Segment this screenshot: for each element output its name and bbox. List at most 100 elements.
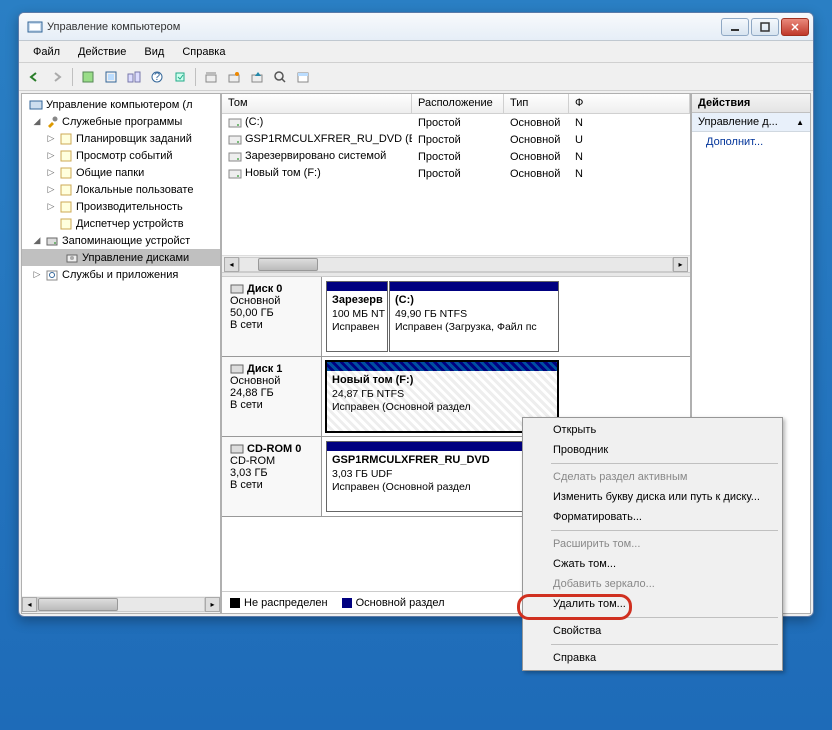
scroll-thumb[interactable] <box>258 258 318 271</box>
tree-root[interactable]: Управление компьютером (л <box>22 96 220 113</box>
tree-label: Общие папки <box>76 167 144 179</box>
actions-group[interactable]: Управление д... ▲ <box>692 113 810 132</box>
computer-icon <box>28 97 44 113</box>
ctx-properties[interactable]: Свойства <box>525 621 780 641</box>
tree-label: Планировщик заданий <box>76 133 192 145</box>
close-button[interactable] <box>781 18 809 36</box>
titlebar[interactable]: Управление компьютером <box>19 13 813 41</box>
expand-icon[interactable]: ▷ <box>46 133 56 144</box>
event-icon <box>58 148 74 164</box>
tree-item[interactable]: ▷ Просмотр событий <box>22 147 220 164</box>
tb-icon[interactable] <box>123 66 145 88</box>
tree-group-services[interactable]: ▷ Службы и приложения <box>22 266 220 283</box>
services-icon <box>44 267 60 283</box>
tools-icon <box>44 114 60 130</box>
tb-icon[interactable] <box>77 66 99 88</box>
volume-row[interactable]: Зарезервировано системойПростойОсновнойN <box>222 148 690 165</box>
minimize-button[interactable] <box>721 18 749 36</box>
users-icon <box>58 182 74 198</box>
device-icon <box>58 216 74 232</box>
tree-pane[interactable]: Управление компьютером (л ◢ Служебные пр… <box>21 93 221 614</box>
vol-hscroll[interactable]: ◂ ▸ <box>222 255 690 272</box>
forward-button[interactable] <box>46 66 68 88</box>
tree-disk-management[interactable]: Управление дисками <box>22 249 220 266</box>
actions-more[interactable]: Дополнит... <box>692 132 810 152</box>
partition-body: Зарезерв100 МБ NTИсправен <box>327 291 387 351</box>
col-layout[interactable]: Расположение <box>412 94 504 113</box>
ctx-change-letter[interactable]: Изменить букву диска или путь к диску... <box>525 487 780 507</box>
expand-icon[interactable]: ▷ <box>46 184 56 195</box>
tree-group-system[interactable]: ◢ Служебные программы <box>22 113 220 130</box>
legend-label: Основной раздел <box>356 597 445 609</box>
tree-item[interactable]: ▷ Локальные пользовате <box>22 181 220 198</box>
tb-icon[interactable] <box>269 66 291 88</box>
volume-row[interactable]: (C:)ПростойОсновнойN <box>222 114 690 131</box>
tree-item[interactable]: ▷ Общие папки <box>22 164 220 181</box>
expand-icon[interactable]: ▷ <box>46 167 56 178</box>
expand-icon[interactable]: ▷ <box>32 269 42 280</box>
legend-swatch-unalloc <box>230 598 240 608</box>
ctx-shrink[interactable]: Сжать том... <box>525 554 780 574</box>
perf-icon <box>58 199 74 215</box>
tb-icon[interactable] <box>100 66 122 88</box>
drive-icon <box>228 168 242 180</box>
disk-info[interactable]: Диск 1Основной24,88 ГБВ сети <box>222 357 322 436</box>
expand-icon[interactable]: ▷ <box>46 150 56 161</box>
partition[interactable]: Зарезерв100 МБ NTИсправен <box>326 281 388 352</box>
scroll-left[interactable]: ◂ <box>22 597 37 612</box>
tree-label: Локальные пользовате <box>76 184 193 196</box>
tree-item[interactable]: ▷Производительность <box>22 198 220 215</box>
collapse-icon[interactable]: ◢ <box>32 116 42 127</box>
svg-text:?: ? <box>154 71 160 83</box>
tree-label: Службы и приложения <box>62 269 178 281</box>
col-fs[interactable]: Ф <box>569 94 690 113</box>
tree-label: Просмотр событий <box>76 150 173 162</box>
disk-info[interactable]: Диск 0Основной50,00 ГБВ сети <box>222 277 322 356</box>
ctx-help[interactable]: Справка <box>525 648 780 668</box>
tb-icon[interactable] <box>169 66 191 88</box>
menu-view[interactable]: Вид <box>136 44 172 60</box>
volume-row[interactable]: Новый том (F:)ПростойОсновнойN <box>222 165 690 182</box>
menu-action[interactable]: Действие <box>70 44 134 60</box>
scroll-right[interactable]: ▸ <box>205 597 220 612</box>
ctx-open[interactable]: Открыть <box>525 420 780 440</box>
tree-label: Управление компьютером (л <box>46 99 193 111</box>
volume-list[interactable]: Том Расположение Тип Ф (C:)ПростойОсновн… <box>222 94 690 272</box>
collapse-icon[interactable]: ◢ <box>32 235 42 246</box>
tb-icon[interactable] <box>200 66 222 88</box>
storage-icon <box>44 233 60 249</box>
tree-label: Диспетчер устройств <box>76 218 184 230</box>
tb-icon[interactable] <box>223 66 245 88</box>
partition-header <box>327 282 387 291</box>
drive-icon <box>228 151 242 163</box>
ctx-add-mirror: Добавить зеркало... <box>525 574 780 594</box>
back-button[interactable] <box>23 66 45 88</box>
scroll-thumb[interactable] <box>38 598 118 611</box>
tree-item[interactable]: ▷Диспетчер устройств <box>22 215 220 232</box>
disk-info[interactable]: CD-ROM 0CD-ROM3,03 ГБВ сети <box>222 437 322 516</box>
folder-icon <box>58 165 74 181</box>
ctx-explorer[interactable]: Проводник <box>525 440 780 460</box>
tree-label: Управление дисками <box>82 252 189 264</box>
scroll-left[interactable]: ◂ <box>224 257 239 272</box>
tree-group-storage[interactable]: ◢ Запоминающие устройст <box>22 232 220 249</box>
col-type[interactable]: Тип <box>504 94 569 113</box>
collapse-icon[interactable]: ▲ <box>796 118 804 127</box>
tb-icon[interactable] <box>246 66 268 88</box>
menu-help[interactable]: Справка <box>174 44 233 60</box>
expand-icon[interactable]: ▷ <box>46 201 56 212</box>
disk-icon <box>64 250 80 266</box>
maximize-button[interactable] <box>751 18 779 36</box>
tree-label: Служебные программы <box>62 116 182 128</box>
col-volume[interactable]: Том <box>222 94 412 113</box>
ctx-format[interactable]: Форматировать... <box>525 507 780 527</box>
tree-item[interactable]: ▷ Планировщик заданий <box>22 130 220 147</box>
tb-icon[interactable]: ? <box>146 66 168 88</box>
partition[interactable]: (C:)49,90 ГБ NTFSИсправен (Загрузка, Фай… <box>389 281 559 352</box>
volume-row[interactable]: GSP1RMCULXFRER_RU_DVD (E:)ПростойОсновно… <box>222 131 690 148</box>
toolbar: ? <box>19 63 813 91</box>
tb-icon[interactable] <box>292 66 314 88</box>
menu-file[interactable]: Файл <box>25 44 68 60</box>
ctx-delete-volume[interactable]: Удалить том... <box>525 594 780 614</box>
scroll-right[interactable]: ▸ <box>673 257 688 272</box>
